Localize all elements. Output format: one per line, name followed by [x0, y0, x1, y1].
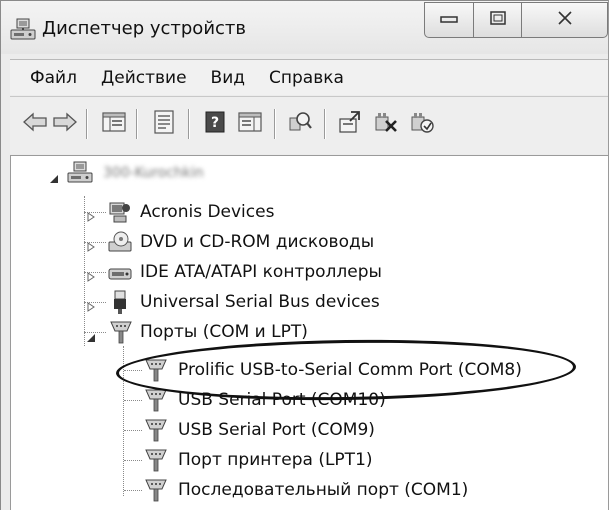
tree-branch-line: [124, 400, 142, 401]
toolbar-separator: [86, 109, 88, 139]
scan-hardware-button[interactable]: [284, 107, 316, 141]
minimize-icon: [440, 11, 458, 30]
caption-buttons: [424, 2, 608, 38]
computer-name-label: 300-Kurochkin: [103, 165, 204, 181]
back-button[interactable]: [20, 107, 50, 141]
expand-triangle-icon[interactable]: [86, 297, 96, 312]
tree-branch-line: [124, 430, 142, 431]
forward-arrow-icon: [52, 112, 78, 136]
port-connector-icon: [144, 417, 168, 442]
scan-hardware-icon: [287, 110, 313, 138]
update-driver-button[interactable]: [334, 107, 366, 141]
port-connector-icon: [109, 319, 133, 344]
svg-text:?: ?: [211, 115, 219, 131]
tree-category-dvd[interactable]: DVD и CD-ROM дисководы: [84, 227, 506, 257]
menu-help[interactable]: Справка: [269, 66, 344, 90]
tree-root-node[interactable]: 300-Kurochkin: [49, 158, 349, 188]
uninstall-device-icon: [409, 109, 435, 139]
properties-icon: [152, 109, 176, 139]
tree-port-lpt1[interactable]: Порт принтера (LPT1): [124, 445, 594, 475]
window-title: Диспетчер устройств: [42, 18, 247, 39]
update-driver-icon: [337, 109, 363, 139]
help-button[interactable]: ?: [200, 107, 230, 141]
device-manager-window: Диспетчер устройств Файл Действие Вид Сп…: [0, 0, 609, 510]
category-label: DVD и CD-ROM дисководы: [140, 232, 375, 252]
tree-category-usb[interactable]: Universal Serial Bus devices: [84, 287, 506, 317]
disable-device-button[interactable]: [370, 107, 402, 141]
port-connector-icon: [144, 477, 168, 502]
port-connector-icon: [144, 447, 168, 472]
acronis-device-icon: [108, 200, 132, 224]
toolbar-separator: [188, 109, 190, 139]
help-icon: ?: [204, 110, 226, 138]
close-icon: [556, 10, 574, 30]
usb-plug-icon: [110, 289, 134, 314]
action-pane-icon: [237, 110, 263, 138]
back-arrow-icon: [22, 112, 48, 136]
dvd-drive-icon: [108, 230, 132, 254]
menu-file[interactable]: Файл: [30, 66, 77, 90]
toolbar-separator: [136, 109, 138, 139]
tree-branch-line: [124, 490, 142, 491]
category-label: Порты (COM и LPT): [140, 322, 308, 342]
toolbar-separator: [324, 109, 326, 139]
tree-port-com1[interactable]: Последовательный порт (COM1): [124, 475, 594, 505]
maximize-button[interactable]: [474, 2, 522, 38]
show-hide-tree-button[interactable]: [98, 107, 130, 141]
tree-port-com9[interactable]: USB Serial Port (COM9): [124, 415, 594, 445]
tree-category-ide[interactable]: IDE ATA/ATAPI контроллеры: [84, 257, 506, 287]
computer-icon: [67, 161, 93, 185]
toolbar-separator: [274, 109, 276, 139]
category-label: Acronis Devices: [140, 202, 275, 222]
category-label: IDE ATA/ATAPI контроллеры: [140, 262, 382, 282]
device-manager-icon: [9, 17, 37, 43]
tree-guide-line: [84, 196, 85, 346]
collapse-triangle-icon[interactable]: [49, 169, 59, 183]
uninstall-device-button[interactable]: [406, 107, 438, 141]
maximize-icon: [489, 10, 507, 30]
properties-button[interactable]: [148, 107, 180, 141]
expand-triangle-icon[interactable]: [86, 207, 96, 222]
port-label: Порт принтера (LPT1): [178, 450, 373, 470]
collapse-triangle-icon[interactable]: [86, 328, 96, 342]
tree-branch-line: [124, 460, 142, 461]
port-label: Последовательный порт (COM1): [178, 480, 469, 500]
expand-triangle-icon[interactable]: [86, 267, 96, 282]
toolbar: ?: [10, 96, 609, 154]
port-label: USB Serial Port (COM9): [178, 420, 375, 440]
show-hide-tree-icon: [101, 110, 127, 138]
tree-category-acronis[interactable]: Acronis Devices: [84, 197, 506, 227]
expand-triangle-icon[interactable]: [86, 237, 96, 252]
close-button[interactable]: [522, 2, 608, 38]
category-label: Universal Serial Bus devices: [140, 292, 380, 312]
menu-action[interactable]: Действие: [101, 66, 187, 90]
title-bar[interactable]: Диспетчер устройств: [0, 0, 609, 54]
disable-device-icon: [373, 109, 399, 139]
menu-bar: Файл Действие Вид Справка: [10, 59, 609, 95]
minimize-button[interactable]: [424, 2, 474, 38]
menu-view[interactable]: Вид: [211, 66, 245, 90]
device-tree[interactable]: 300-Kurochkin Acronis Devices DVD и CD-R…: [10, 155, 609, 510]
ide-controller-icon: [108, 260, 132, 284]
forward-button[interactable]: [50, 107, 80, 141]
action-pane-button[interactable]: [234, 107, 266, 141]
